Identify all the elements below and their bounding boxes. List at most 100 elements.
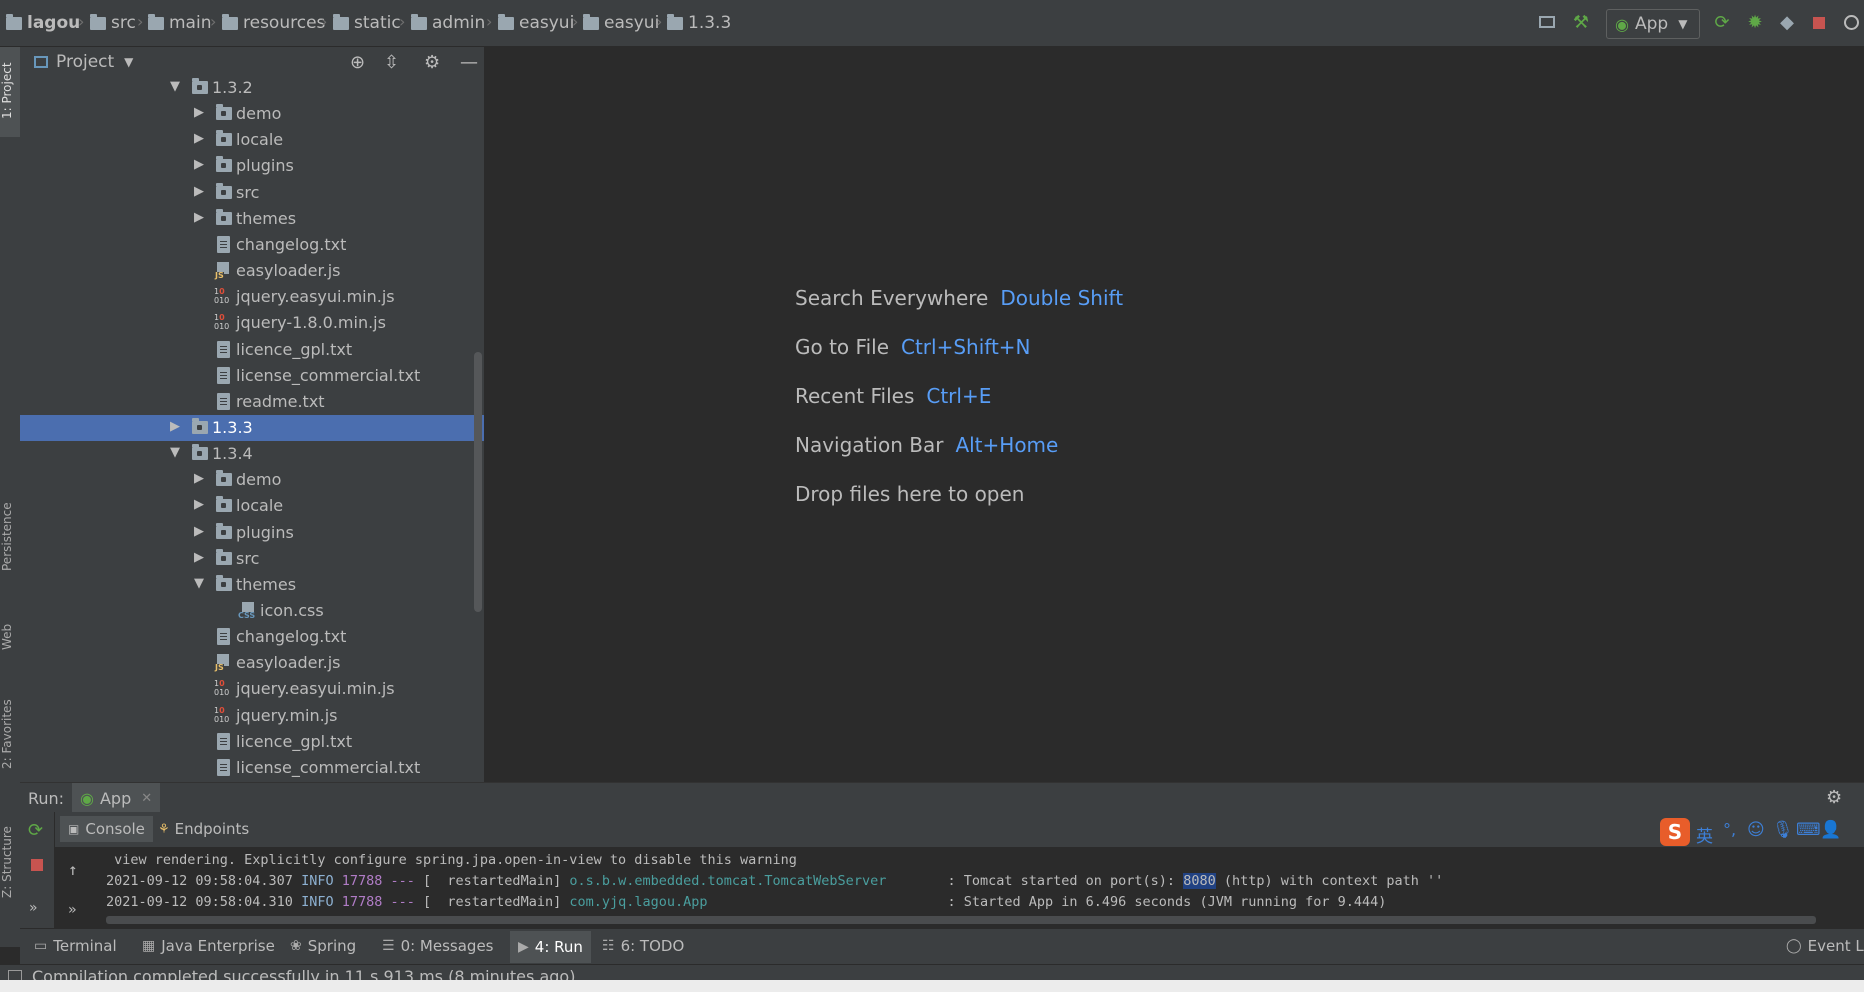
breadcrumb-item[interactable]: static — [333, 12, 401, 34]
tree-file[interactable]: license_commercial.txt — [20, 363, 484, 389]
chevron-down-icon[interactable]: ▼ — [194, 576, 208, 592]
chevron-down-icon[interactable]: ▼ — [170, 79, 184, 95]
tree-file[interactable]: JS easyloader.js — [20, 650, 484, 676]
chevron-right-icon[interactable]: ▶ — [194, 157, 208, 173]
tree-file[interactable]: JS easyloader.js — [20, 258, 484, 284]
chevron-down-icon[interactable]: ▼ — [170, 445, 184, 461]
chevron-down-icon[interactable]: ▼ — [124, 55, 133, 69]
chevron-right-icon[interactable]: ▶ — [194, 184, 208, 200]
chevron-right-icon[interactable]: ▶ — [194, 131, 208, 147]
web-tool-tab[interactable]: Web — [0, 612, 20, 662]
tree-folder[interactable]: ▼ 1.3.2 — [20, 75, 484, 101]
tree-folder[interactable]: ▶ src — [20, 180, 484, 206]
tool-tab[interactable]: ❀ Spring — [290, 937, 356, 955]
debug-icon[interactable]: ✹ — [1744, 12, 1766, 34]
tree-folder[interactable]: ▶ demo — [20, 467, 484, 493]
endpoints-tab[interactable]: ⚘ Endpoints — [152, 816, 255, 842]
hide-icon[interactable]: — — [460, 52, 478, 73]
tree-folder[interactable]: ▶ 1.3.3 — [20, 414, 484, 441]
more-icon[interactable]: » — [68, 902, 76, 918]
breadcrumb-item[interactable]: easyui — [583, 12, 659, 34]
gear-icon[interactable]: ⚙ — [424, 52, 440, 73]
gear-icon[interactable]: ⚙ — [1826, 787, 1842, 808]
scroll-up-icon[interactable]: ↑ — [68, 860, 78, 879]
console-hscrollbar[interactable] — [106, 916, 1816, 924]
breadcrumb-item[interactable]: resources — [222, 12, 325, 34]
chevron-right-icon[interactable]: ▶ — [194, 524, 208, 540]
project-panel-title[interactable]: Project — [56, 52, 114, 72]
tree-folder[interactable]: ▼ themes — [20, 572, 484, 598]
ime-keyboard-icon[interactable]: ⌨ — [1796, 820, 1821, 840]
tree-file[interactable]: CSS icon.css — [20, 598, 484, 624]
chevron-right-icon[interactable]: ▶ — [194, 497, 208, 513]
ime-mic-icon[interactable]: 🎙 — [1772, 820, 1794, 840]
layout-icon[interactable] — [1536, 12, 1558, 34]
chevron-right-icon[interactable]: ▶ — [194, 210, 208, 226]
tree-folder[interactable]: ▶ locale — [20, 493, 484, 519]
tree-file[interactable]: 10 010 jquery.easyui.min.js — [20, 284, 484, 310]
stop-icon[interactable] — [31, 859, 43, 871]
event-log-tab[interactable]: ◯ Event Lo — [1786, 937, 1864, 955]
chevron-right-icon[interactable]: ▶ — [194, 550, 208, 566]
tree-folder[interactable]: ▶ src — [20, 546, 484, 572]
chevron-right-icon[interactable]: ▶ — [194, 471, 208, 487]
persistence-tool-tab[interactable]: Persistence — [0, 487, 20, 587]
tool-tab[interactable]: ☰ 0: Messages — [382, 937, 494, 955]
breadcrumb-item[interactable]: src — [90, 12, 136, 34]
ime-punct-icon[interactable]: °, — [1723, 820, 1736, 839]
search-icon[interactable] — [1840, 12, 1862, 34]
breadcrumb-item[interactable]: 1.3.3 — [667, 12, 731, 34]
stop-icon[interactable] — [1808, 12, 1830, 34]
tool-tab[interactable]: ▦ Java Enterprise — [142, 937, 275, 955]
minified-js-icon: 10 010 — [214, 679, 230, 698]
build-hammer-icon[interactable]: ⚒ — [1570, 12, 1592, 34]
console-output[interactable]: ↑ » view rendering. Explicitly configure… — [54, 848, 1864, 928]
coverage-icon[interactable]: ◆ — [1776, 12, 1798, 34]
locate-icon[interactable]: ⊕ — [350, 52, 365, 73]
breadcrumb-item[interactable]: admin — [411, 12, 485, 34]
rerun-icon[interactable]: ⟳ — [1711, 12, 1733, 34]
tree-folder[interactable]: ▼ 1.3.4 — [20, 441, 484, 467]
tool-tab[interactable]: ▭ Terminal — [34, 937, 117, 955]
close-icon[interactable]: ✕ — [141, 791, 152, 806]
ime-language[interactable]: 英 — [1696, 822, 1713, 847]
tree-folder[interactable]: ▶ demo — [20, 101, 484, 127]
project-scrollbar[interactable] — [474, 352, 482, 612]
more-icon[interactable]: » — [29, 900, 38, 916]
run-configuration-select[interactable]: ◉ App ▼ — [1606, 9, 1700, 39]
ime-user-icon[interactable]: 👤 — [1820, 820, 1841, 840]
tree-file[interactable]: license_commercial.txt — [20, 755, 484, 781]
tree-file[interactable]: 10 010 jquery-1.8.0.min.js — [20, 310, 484, 336]
tree-file[interactable]: changelog.txt — [20, 232, 484, 258]
tree-folder[interactable]: ▶ themes — [20, 206, 484, 232]
favorites-tool-tab[interactable]: 2: Favorites — [0, 687, 20, 782]
console-logger[interactable]: o.s.b.w.embedded.tomcat.TomcatWebServer — [569, 873, 939, 889]
tree-file[interactable]: 10 010 jquery.min.js — [20, 703, 484, 729]
breadcrumb-item[interactable]: lagou — [6, 12, 80, 34]
breadcrumb-item[interactable]: main — [148, 12, 211, 34]
tree-folder[interactable]: ▶ plugins — [20, 153, 484, 179]
tree-file[interactable]: readme.txt — [20, 389, 484, 415]
chevron-right-icon[interactable]: ▶ — [194, 105, 208, 121]
project-view-icon — [34, 56, 48, 68]
tree-folder[interactable]: ▶ plugins — [20, 520, 484, 546]
collapse-all-icon[interactable]: ⇳ — [384, 52, 399, 73]
run-tab-app[interactable]: ◉ App ✕ — [72, 783, 161, 813]
structure-tool-tab[interactable]: Z: Structure — [0, 817, 20, 907]
console-logger[interactable]: com.yjq.lagou.App — [569, 894, 939, 910]
tree-file[interactable]: changelog.txt — [20, 624, 484, 650]
tool-tab[interactable]: ▶ 4: Run — [510, 931, 591, 963]
project-tool-tab[interactable]: 1: Project — [0, 47, 20, 137]
tree-file[interactable]: licence_gpl.txt — [20, 337, 484, 363]
console-tab[interactable]: ▣ Console — [60, 816, 153, 842]
tree-file[interactable]: 10 010 jquery.easyui.min.js — [20, 676, 484, 702]
chevron-right-icon[interactable]: ▶ — [170, 419, 184, 435]
minified-js-icon: 10 010 — [214, 705, 230, 724]
tree-file[interactable]: licence_gpl.txt — [20, 729, 484, 755]
breadcrumb-item[interactable]: easyui — [498, 12, 574, 34]
ime-emoji-icon[interactable]: ☺ — [1747, 820, 1765, 840]
rerun-icon[interactable]: ⟳ — [28, 820, 43, 841]
tree-folder[interactable]: ▶ locale — [20, 127, 484, 153]
tool-tab[interactable]: ☷ 6: TODO — [602, 937, 684, 955]
messages-icon: ☰ — [382, 938, 395, 954]
